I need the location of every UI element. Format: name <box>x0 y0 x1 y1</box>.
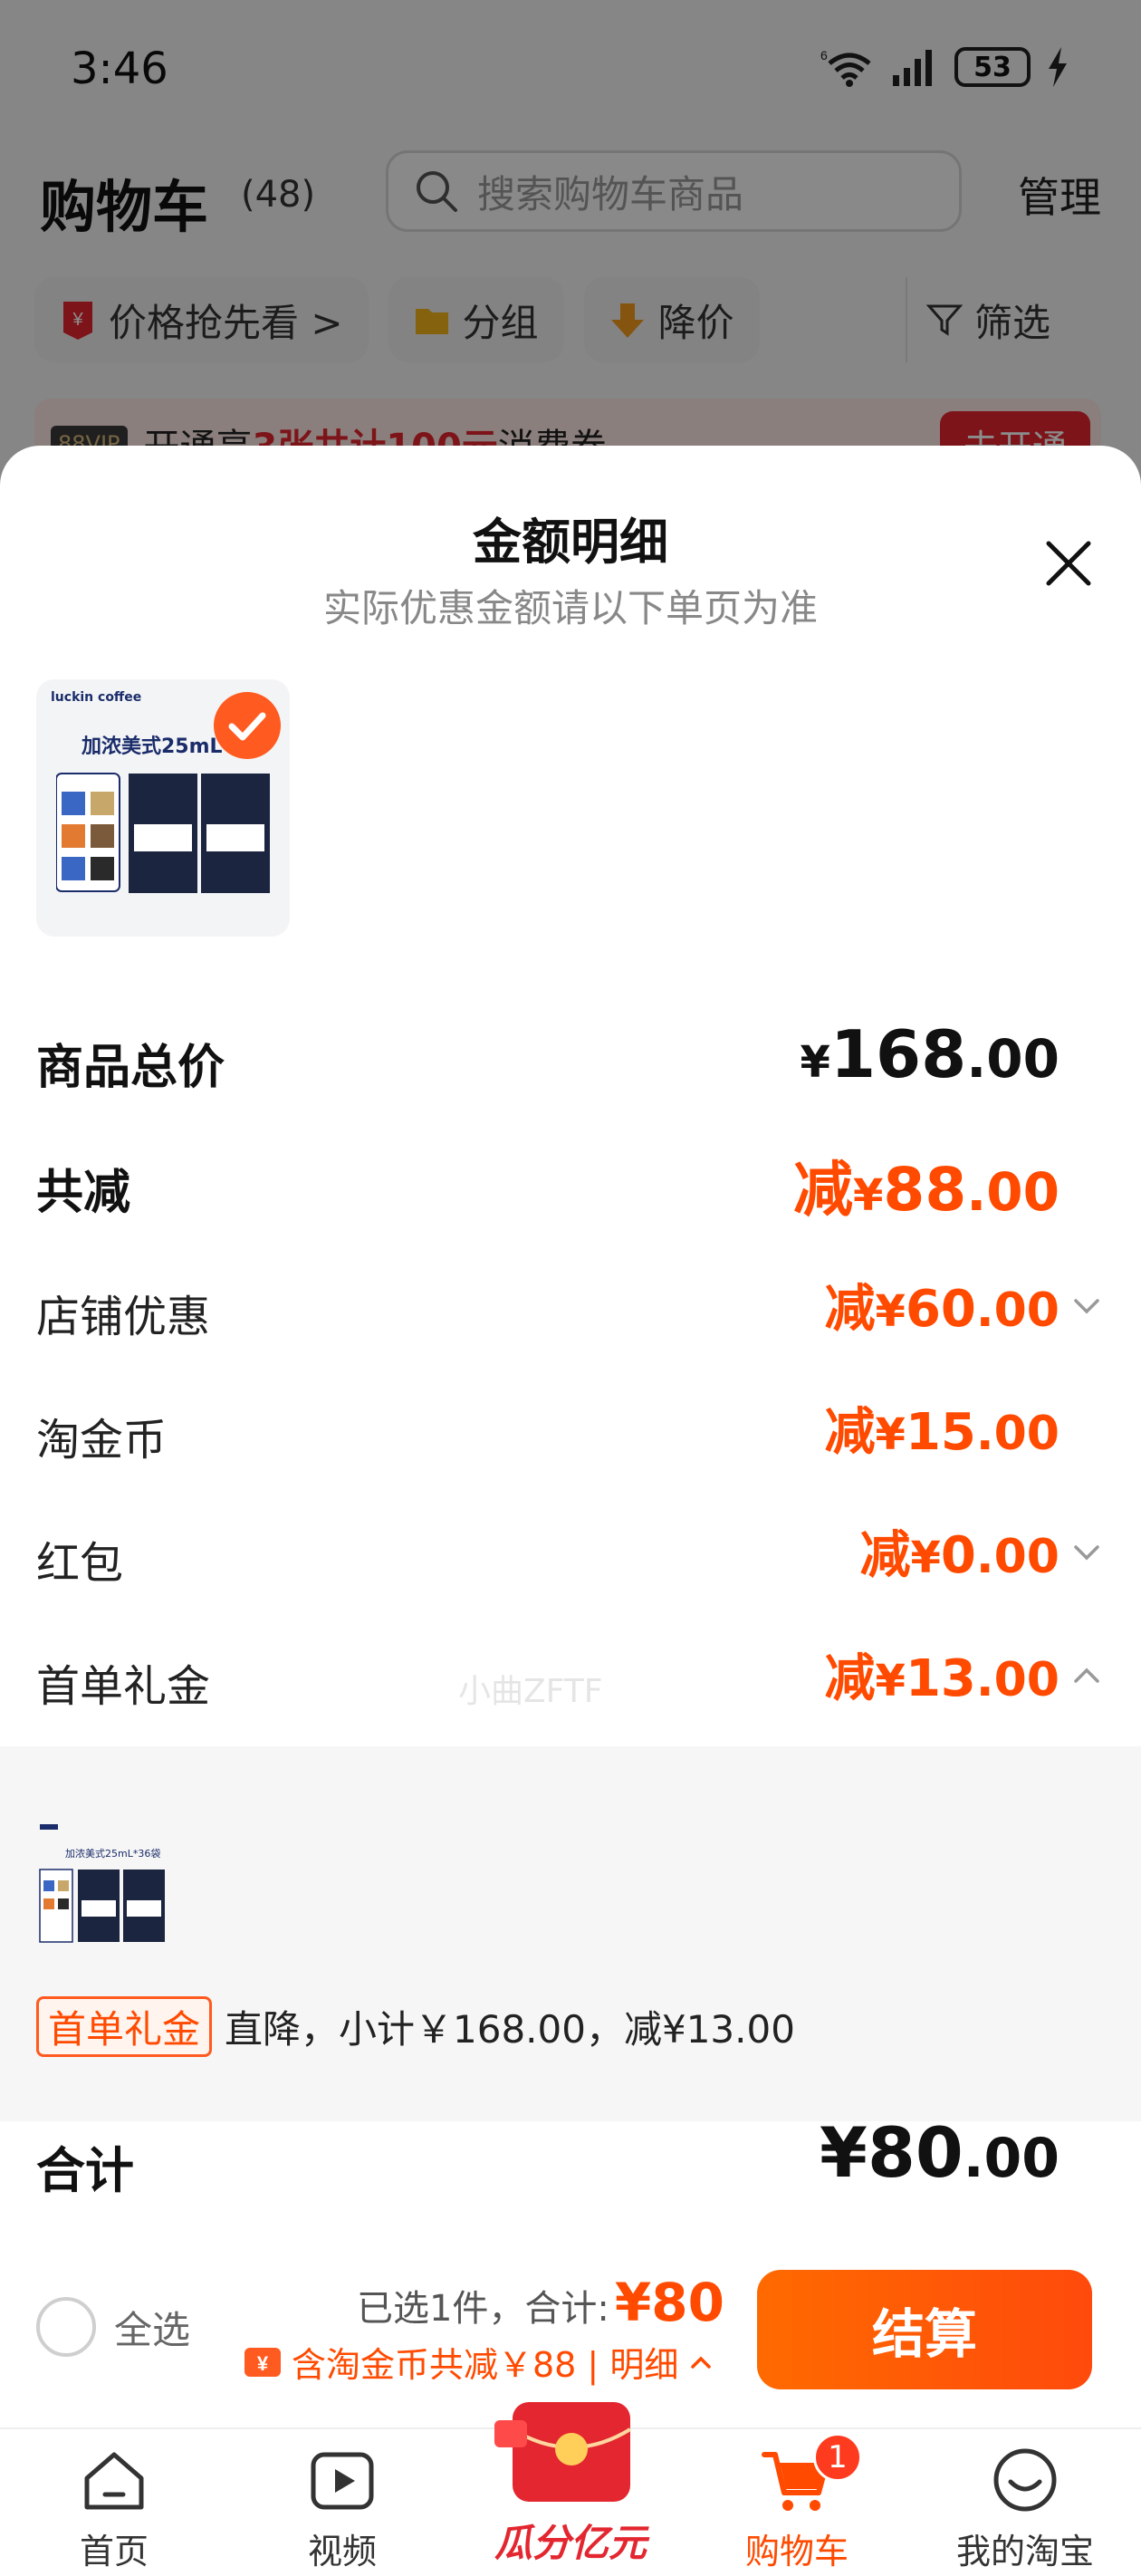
video-icon <box>311 2452 374 2510</box>
row-label: 店铺优惠 <box>36 1292 211 1342</box>
row-total-discount: 共减 减¥88.00 <box>36 1141 1105 1225</box>
gift-detail-panel: 加浓美式25mL*36袋 首单礼金 直降，小计￥168.00，减¥13.00 <box>0 1746 1141 2121</box>
total-value: ¥80.00 <box>820 2112 1060 2193</box>
discount-prefix: 减 <box>792 1155 853 1225</box>
summary-text: 已选1件，合计: <box>356 2288 609 2330</box>
select-all-toggle[interactable]: 全选 <box>36 2297 190 2357</box>
breakdown-text: 含淘金币共减￥88 | 明细 <box>292 2345 679 2385</box>
selected-check-icon <box>214 692 281 759</box>
discount-prefix: 减 <box>824 1403 876 1462</box>
currency-symbol: ¥ <box>875 1286 906 1337</box>
modal-overlay[interactable] <box>0 0 1141 507</box>
total-label: 合计 <box>36 2142 134 2199</box>
chevron-up-icon <box>691 2356 712 2369</box>
mini-product-image: 加浓美式25mL*36袋 <box>36 1819 172 1964</box>
amount-integer: 0 <box>940 1526 976 1585</box>
currency-symbol: ¥ <box>910 1533 941 1583</box>
select-all-label: 全选 <box>114 2307 191 2352</box>
amount-cents: .00 <box>966 1161 1060 1223</box>
currency-symbol: ¥ <box>800 1037 830 1088</box>
mini-product-name: 加浓美式25mL*36袋 <box>65 1847 160 1860</box>
watermark: 小曲ZFTF <box>458 1673 603 1710</box>
tab-label: 购物车 <box>744 2532 849 2571</box>
tab-promo[interactable]: 瓜分亿元 <box>480 2402 661 2576</box>
chevron-down-icon[interactable] <box>1069 1288 1105 1324</box>
tab-label: 首页 <box>79 2532 149 2571</box>
smile-icon <box>993 2448 1057 2512</box>
currency-symbol: ¥ <box>875 1656 906 1706</box>
row-taojinbi: 淘金币 减¥15.00 <box>36 1391 1105 1473</box>
row-store-discount[interactable]: 店铺优惠 减¥60.00 <box>36 1268 1105 1350</box>
row-value: 减¥88.00 <box>793 1141 1060 1228</box>
cart-badge: 1 <box>813 2433 862 2482</box>
discount-prefix: 减 <box>824 1649 876 1708</box>
checkout-button[interactable]: 结算 <box>757 2270 1092 2389</box>
amount-integer: 15 <box>905 1403 976 1462</box>
currency-symbol: ¥ <box>852 1170 884 1221</box>
row-goods-total: 商品总价 ¥168.00 <box>36 1016 1105 1098</box>
home-icon <box>84 2452 144 2510</box>
discount-prefix: 减 <box>859 1526 911 1585</box>
amount-cents: .00 <box>975 1530 1060 1584</box>
row-value: 减¥15.00 <box>825 1391 1060 1465</box>
chevron-down-icon[interactable] <box>1069 1534 1105 1571</box>
coupon-line: 首单礼金 直降，小计￥168.00，减¥13.00 <box>36 1996 795 2057</box>
product-thumbnail[interactable]: luckin coffee 加浓美式25mL*3 <box>36 679 290 937</box>
row-red-packet[interactable]: 红包 减¥0.00 <box>36 1514 1105 1596</box>
row-label: 共减 <box>36 1166 131 1220</box>
row-value: ¥168.00 <box>801 1016 1060 1092</box>
coupon-description: 直降，小计￥168.00，减¥13.00 <box>225 2007 795 2052</box>
row-value: 减¥13.00 <box>825 1638 1060 1711</box>
checkout-summary: 已选1件，合计: ¥80 <box>357 2272 724 2333</box>
product-image <box>56 773 270 893</box>
sheet-subtitle: 实际优惠金额请以下单页为准 <box>322 586 818 630</box>
summary-amount: ¥80 <box>614 2272 724 2333</box>
amount-integer: 80 <box>867 2112 964 2193</box>
tab-label: 视频 <box>307 2532 377 2571</box>
tab-video[interactable]: 视频 <box>252 2429 433 2576</box>
chevron-up-icon[interactable] <box>1069 1658 1105 1694</box>
currency-symbol: ¥ <box>875 1409 906 1460</box>
amount-cents: .00 <box>975 1653 1060 1707</box>
row-label: 首单礼金 <box>36 1661 211 1712</box>
tab-home[interactable]: 首页 <box>24 2429 205 2576</box>
row-label: 淘金币 <box>36 1415 168 1466</box>
tab-label: 我的淘宝 <box>955 2532 1094 2571</box>
currency-symbol: ¥ <box>820 2112 868 2193</box>
amount-integer: 13 <box>905 1649 976 1708</box>
tab-my-taobao[interactable]: 我的淘宝 <box>935 2429 1116 2576</box>
row-value: 减¥60.00 <box>825 1268 1060 1341</box>
sheet-title: 金额明细 <box>473 514 668 571</box>
amount-integer: 60 <box>905 1280 976 1339</box>
close-icon[interactable] <box>1040 534 1098 592</box>
product-brand: luckin coffee <box>51 690 142 705</box>
amount-cents: .00 <box>966 1028 1060 1090</box>
select-all-radio[interactable] <box>36 2297 96 2357</box>
tab-label: 瓜分亿元 <box>494 2521 647 2565</box>
row-value: 减¥0.00 <box>860 1514 1060 1588</box>
row-label: 商品总价 <box>36 1041 225 1095</box>
coin-icon: ¥ <box>244 2347 281 2377</box>
red-packet-icon <box>494 2402 632 2502</box>
discount-breakdown-toggle[interactable]: ¥ 含淘金币共减￥88 | 明细 <box>243 2337 714 2387</box>
amount-integer: 168 <box>829 1016 967 1092</box>
bottom-tab-bar: 首页 视频 瓜分亿元 1 购物车 我的淘宝 <box>0 2402 1141 2576</box>
row-grand-total: 合计 ¥80.00 <box>36 2112 1105 2203</box>
amount-integer: 88 <box>883 1155 967 1225</box>
row-label: 红包 <box>36 1538 124 1589</box>
amount-cents: .00 <box>963 2127 1060 2190</box>
amount-cents: .00 <box>975 1407 1060 1461</box>
amount-cents: .00 <box>975 1283 1060 1338</box>
tab-cart[interactable]: 1 购物车 <box>706 2429 887 2576</box>
first-order-gift-tag: 首单礼金 <box>36 1996 213 2057</box>
svg-text:¥: ¥ <box>257 2352 269 2375</box>
discount-prefix: 减 <box>824 1280 876 1339</box>
amount-detail-sheet: 金额明细 实际优惠金额请以下单页为准 luckin coffee 加浓美式25m… <box>0 446 1141 2272</box>
